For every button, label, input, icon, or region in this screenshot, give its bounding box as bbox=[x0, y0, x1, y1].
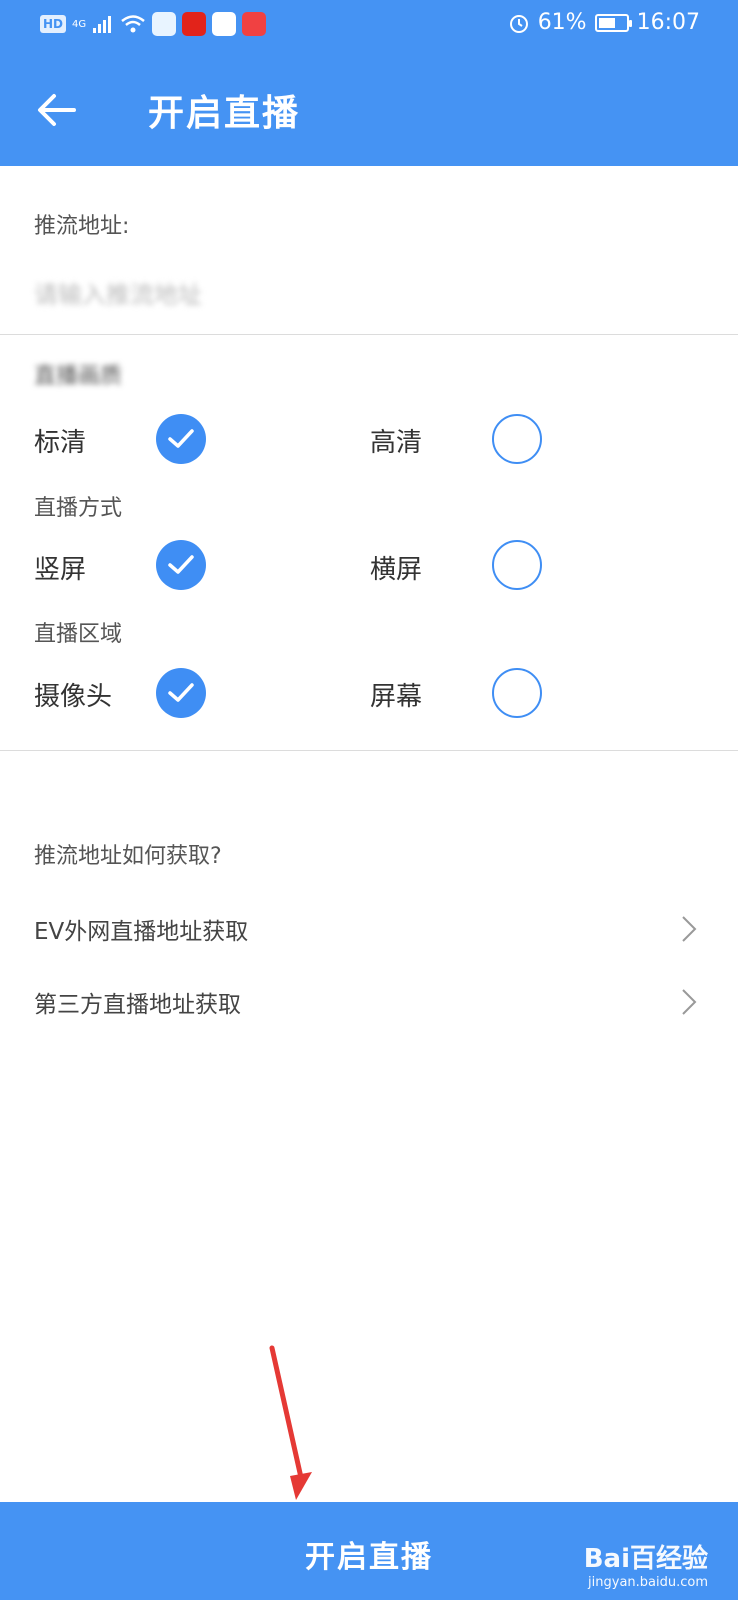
battery-icon bbox=[594, 13, 632, 32]
option-landscape-label: 横屏 bbox=[370, 555, 423, 585]
help-title: 推流地址如何获取? bbox=[34, 844, 222, 869]
check-icon bbox=[168, 555, 194, 574]
status-bar: HD 4G 61% 16:07 bbox=[0, 0, 738, 52]
chevron-right-icon bbox=[682, 916, 697, 942]
watermark-url: jingyan.baidu.com bbox=[588, 1575, 708, 1590]
link-third-party-address[interactable]: 第三方直播地址获取 bbox=[0, 973, 738, 1029]
watermark-text: Bai百经验 bbox=[583, 1544, 708, 1574]
push-address-label: 推流地址: bbox=[34, 214, 130, 239]
chevron-right-icon bbox=[682, 989, 697, 1015]
arrow-left-icon bbox=[38, 94, 76, 126]
battery-percent: 61% bbox=[537, 10, 587, 35]
link-ev-address[interactable]: EV外网直播地址获取 bbox=[0, 900, 738, 956]
status-icons-left: HD 4G bbox=[40, 12, 267, 36]
app-header: HD 4G 61% 16:07 开启直播 bbox=[0, 0, 738, 166]
alarm-icon bbox=[509, 14, 528, 33]
option-sd-check[interactable] bbox=[156, 414, 206, 464]
push-address-input[interactable] bbox=[34, 268, 574, 316]
option-portrait-label: 竖屏 bbox=[34, 555, 87, 585]
divider bbox=[0, 750, 738, 751]
tmall-notification-icon bbox=[182, 12, 207, 36]
option-hd-check[interactable] bbox=[492, 414, 542, 464]
option-hd-label: 高清 bbox=[370, 428, 423, 458]
clock: 16:07 bbox=[636, 10, 700, 35]
back-button[interactable] bbox=[30, 82, 86, 138]
option-camera-check[interactable] bbox=[156, 668, 206, 718]
app-notification-icon bbox=[152, 12, 177, 36]
area-label: 直播区域 bbox=[34, 622, 123, 647]
option-screen-check[interactable] bbox=[492, 668, 542, 718]
option-landscape-check[interactable] bbox=[492, 540, 542, 590]
signal-icon bbox=[93, 16, 112, 33]
check-icon bbox=[168, 683, 194, 702]
option-sd-label: 标清 bbox=[34, 428, 87, 458]
annotation-arrow bbox=[269, 1345, 312, 1500]
option-screen-label: 屏幕 bbox=[370, 682, 423, 712]
link-ev-address-label: EV外网直播地址获取 bbox=[34, 919, 249, 945]
page-title: 开启直播 bbox=[148, 93, 301, 134]
quality-label: 直播画质 bbox=[34, 364, 123, 389]
link-third-party-address-label: 第三方直播地址获取 bbox=[34, 992, 241, 1018]
mode-label: 直播方式 bbox=[34, 496, 123, 521]
baidu-jingyan-watermark: Bai百经验 jingyan.baidu.com bbox=[584, 1538, 708, 1590]
option-camera-label: 摄像头 bbox=[34, 682, 113, 712]
wifi-icon bbox=[121, 15, 145, 33]
hd-badge: HD bbox=[40, 15, 67, 33]
video-notification-icon bbox=[212, 12, 237, 36]
status-icons-right: 61% 16:07 bbox=[508, 10, 700, 35]
check-icon bbox=[168, 429, 194, 448]
divider bbox=[0, 334, 738, 335]
network-type: 4G bbox=[72, 18, 87, 30]
toutiao-notification-icon bbox=[242, 12, 267, 36]
option-portrait-check[interactable] bbox=[156, 540, 206, 590]
